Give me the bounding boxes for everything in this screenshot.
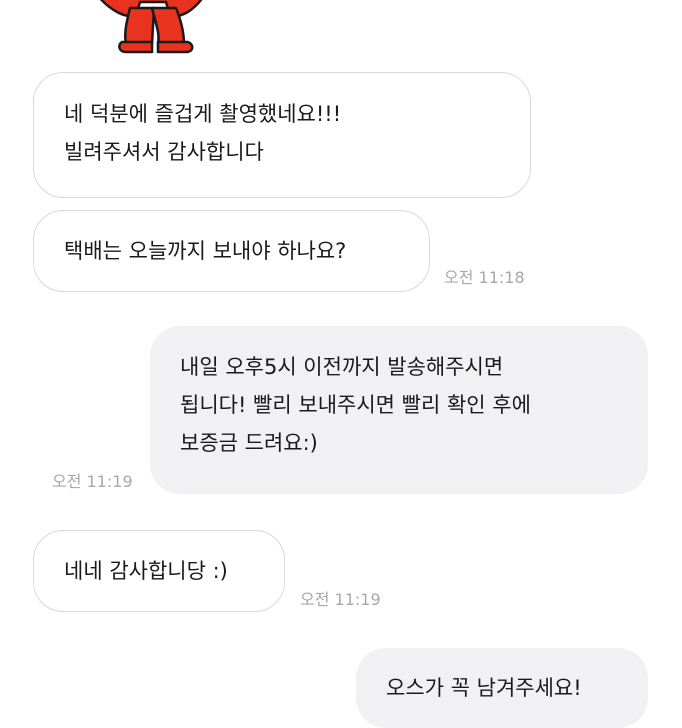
message-text-line: 빌려주셔서 감사합니다 xyxy=(64,140,264,164)
message-text-line: 택배는 오늘까지 보내야 하나요? xyxy=(64,239,347,263)
incoming-message-bubble[interactable]: 택배는 오늘까지 보내야 하나요? xyxy=(33,210,430,292)
incoming-message-bubble[interactable]: 네네 감사합니당 :) xyxy=(33,530,285,612)
message-text-line: 네네 감사합니당 :) xyxy=(64,559,228,583)
message-timestamp: 오전 11:19 xyxy=(52,472,133,491)
outgoing-message-bubble[interactable]: 내일 오후5시 이전까지 발송해주시면 됩니다! 빨리 보내주시면 빨리 확인 … xyxy=(150,326,648,494)
message-text-line: 보증금 드려요:) xyxy=(180,431,318,455)
message-timestamp: 오전 11:18 xyxy=(444,268,525,287)
outgoing-message-bubble[interactable]: 오스가 꼭 남겨주세요! xyxy=(356,648,648,728)
message-text-line: 내일 오후5시 이전까지 발송해주시면 xyxy=(180,355,504,379)
message-text-line: 오스가 꼭 남겨주세요! xyxy=(386,676,582,700)
message-text-line: 네 덕분에 즐겁게 촬영했네요!!! xyxy=(64,102,342,126)
message-text-line: 됩니다! 빨리 보내주시면 빨리 확인 후에 xyxy=(180,393,531,417)
incoming-message-bubble[interactable]: 네 덕분에 즐겁게 촬영했네요!!! 빌려주셔서 감사합니다 xyxy=(33,72,531,198)
red-character-sticker-icon[interactable] xyxy=(96,0,206,56)
message-timestamp: 오전 11:19 xyxy=(300,590,381,609)
sticker-body xyxy=(99,0,203,54)
